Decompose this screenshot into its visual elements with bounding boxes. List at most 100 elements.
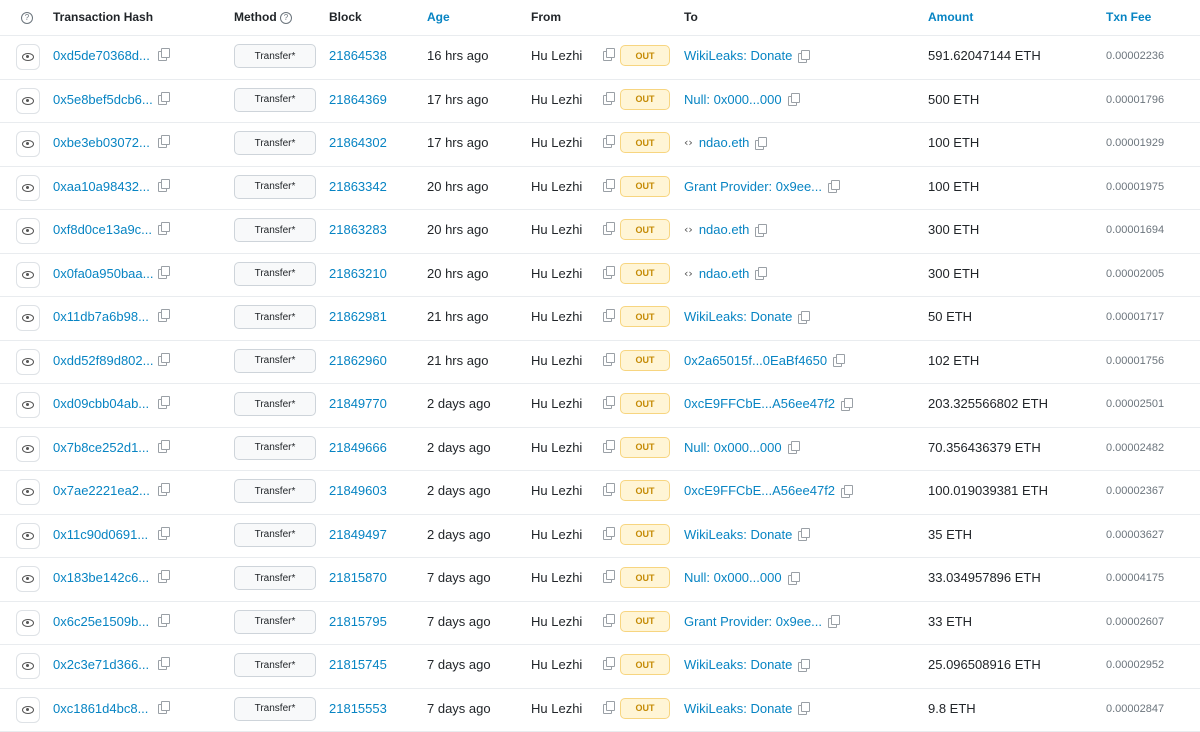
view-details-button[interactable]	[16, 523, 40, 549]
copy-icon[interactable]	[603, 309, 614, 321]
col-amount-toggle[interactable]: Amount	[928, 10, 973, 24]
to-address-link[interactable]: 0xcE9FFCbE...A56ee47f2	[684, 396, 835, 411]
method-help-icon[interactable]: ?	[280, 12, 292, 24]
copy-icon[interactable]	[828, 180, 839, 192]
view-details-button[interactable]	[16, 175, 40, 201]
view-details-button[interactable]	[16, 218, 40, 244]
copy-icon[interactable]	[158, 483, 169, 495]
copy-icon[interactable]	[603, 92, 614, 104]
view-details-button[interactable]	[16, 392, 40, 418]
from-address[interactable]: Hu Lezhi	[531, 396, 582, 411]
copy-icon[interactable]	[798, 702, 809, 714]
block-link[interactable]: 21849603	[329, 483, 387, 498]
from-address[interactable]: Hu Lezhi	[531, 309, 582, 324]
copy-icon[interactable]	[158, 92, 169, 104]
copy-icon[interactable]	[603, 483, 614, 495]
copy-icon[interactable]	[833, 354, 844, 366]
copy-icon[interactable]	[755, 137, 766, 149]
copy-icon[interactable]	[158, 179, 169, 191]
copy-icon[interactable]	[798, 311, 809, 323]
copy-icon[interactable]	[158, 135, 169, 147]
to-address-link[interactable]: ndao.eth	[699, 222, 750, 237]
block-link[interactable]: 21849497	[329, 527, 387, 542]
from-address[interactable]: Hu Lezhi	[531, 440, 582, 455]
copy-icon[interactable]	[158, 440, 169, 452]
copy-icon[interactable]	[603, 135, 614, 147]
view-details-button[interactable]	[16, 436, 40, 462]
tx-hash-link[interactable]: 0x7ae2221ea2...	[53, 483, 150, 498]
from-address[interactable]: Hu Lezhi	[531, 179, 582, 194]
copy-icon[interactable]	[788, 93, 799, 105]
block-link[interactable]: 21864302	[329, 135, 387, 150]
block-link[interactable]: 21815870	[329, 570, 387, 585]
to-address-link[interactable]: WikiLeaks: Donate	[684, 701, 792, 716]
block-link[interactable]: 21864369	[329, 92, 387, 107]
view-details-button[interactable]	[16, 88, 40, 114]
to-address-link[interactable]: 0x2a65015f...0EaBf4650	[684, 353, 827, 368]
tx-hash-link[interactable]: 0x0fa0a950baa...	[53, 266, 153, 281]
from-address[interactable]: Hu Lezhi	[531, 353, 582, 368]
copy-icon[interactable]	[603, 570, 614, 582]
block-link[interactable]: 21815745	[329, 657, 387, 672]
to-address-link[interactable]: Null: 0x000...000	[684, 570, 782, 585]
copy-icon[interactable]	[798, 659, 809, 671]
view-details-button[interactable]	[16, 610, 40, 636]
copy-icon[interactable]	[841, 398, 852, 410]
copy-icon[interactable]	[158, 309, 169, 321]
copy-icon[interactable]	[798, 50, 809, 62]
block-link[interactable]: 21815795	[329, 614, 387, 629]
col-fee-toggle[interactable]: Txn Fee	[1106, 10, 1151, 24]
to-address-link[interactable]: ndao.eth	[699, 135, 750, 150]
copy-icon[interactable]	[158, 48, 169, 60]
copy-icon[interactable]	[828, 615, 839, 627]
copy-icon[interactable]	[603, 657, 614, 669]
view-details-button[interactable]	[16, 653, 40, 679]
from-address[interactable]: Hu Lezhi	[531, 222, 582, 237]
block-link[interactable]: 21849666	[329, 440, 387, 455]
block-link[interactable]: 21862981	[329, 309, 387, 324]
to-address-link[interactable]: WikiLeaks: Donate	[684, 657, 792, 672]
to-address-link[interactable]: Null: 0x000...000	[684, 92, 782, 107]
view-details-button[interactable]	[16, 566, 40, 592]
block-link[interactable]: 21863283	[329, 222, 387, 237]
copy-icon[interactable]	[158, 614, 169, 626]
copy-icon[interactable]	[158, 353, 169, 365]
copy-icon[interactable]	[603, 353, 614, 365]
tx-hash-link[interactable]: 0x11db7a6b98...	[53, 309, 149, 324]
copy-icon[interactable]	[603, 266, 614, 278]
tx-hash-link[interactable]: 0xc1861d4bc8...	[53, 701, 148, 716]
tx-hash-link[interactable]: 0xf8d0ce13a9c...	[53, 222, 152, 237]
copy-icon[interactable]	[603, 440, 614, 452]
tx-hash-link[interactable]: 0x2c3e71d366...	[53, 657, 149, 672]
block-link[interactable]: 21849770	[329, 396, 387, 411]
copy-icon[interactable]	[158, 266, 169, 278]
from-address[interactable]: Hu Lezhi	[531, 48, 582, 63]
copy-icon[interactable]	[603, 527, 614, 539]
tx-hash-link[interactable]: 0x6c25e1509b...	[53, 614, 149, 629]
col-age-toggle[interactable]: Age	[427, 10, 450, 24]
from-address[interactable]: Hu Lezhi	[531, 570, 582, 585]
block-link[interactable]: 21864538	[329, 48, 387, 63]
block-link[interactable]: 21815553	[329, 701, 387, 716]
copy-icon[interactable]	[603, 396, 614, 408]
question-circle-icon[interactable]: ?	[21, 10, 33, 24]
copy-icon[interactable]	[788, 441, 799, 453]
from-address[interactable]: Hu Lezhi	[531, 135, 582, 150]
tx-hash-link[interactable]: 0x7b8ce252d1...	[53, 440, 149, 455]
copy-icon[interactable]	[158, 657, 169, 669]
copy-icon[interactable]	[603, 614, 614, 626]
tx-hash-link[interactable]: 0x5e8bef5dcb6...	[53, 92, 153, 107]
view-details-button[interactable]	[16, 305, 40, 331]
tx-hash-link[interactable]: 0xdd52f89d802...	[53, 353, 153, 368]
view-details-button[interactable]	[16, 479, 40, 505]
from-address[interactable]: Hu Lezhi	[531, 92, 582, 107]
copy-icon[interactable]	[158, 222, 169, 234]
from-address[interactable]: Hu Lezhi	[531, 701, 582, 716]
view-details-button[interactable]	[16, 349, 40, 375]
copy-icon[interactable]	[788, 572, 799, 584]
to-address-link[interactable]: WikiLeaks: Donate	[684, 527, 792, 542]
block-link[interactable]: 21863342	[329, 179, 387, 194]
copy-icon[interactable]	[755, 267, 766, 279]
copy-icon[interactable]	[841, 485, 852, 497]
to-address-link[interactable]: WikiLeaks: Donate	[684, 309, 792, 324]
